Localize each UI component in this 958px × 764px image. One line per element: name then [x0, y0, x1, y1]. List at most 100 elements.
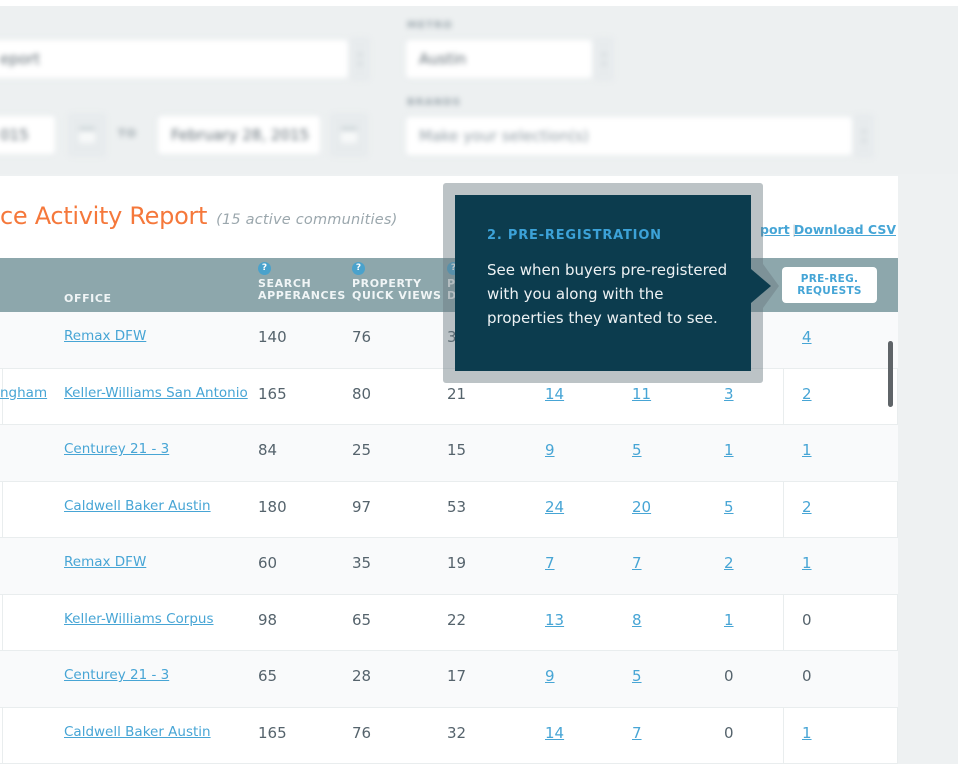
metric-2-link[interactable]: 7 — [632, 724, 642, 742]
tooltip-body: See when buyers pre-registered with you … — [487, 258, 727, 330]
download-csv-link[interactable]: Download CSV — [794, 222, 896, 237]
brands-multiselect[interactable]: Make your selection(s) — [406, 117, 852, 155]
metric-3-link[interactable]: 2 — [724, 554, 734, 572]
table-row: Keller-Williams Corpus 98 65 22 13 8 1 0 — [0, 595, 898, 652]
report-link-partial[interactable]: port — [760, 222, 790, 237]
metric-1-link[interactable]: 14 — [545, 724, 564, 742]
office-link[interactable]: Centurey 21 - 3 — [64, 441, 169, 457]
prereg-requests-link[interactable]: 1 — [802, 724, 812, 742]
metric-2-link[interactable]: 7 — [632, 554, 642, 572]
office-link[interactable]: Remax DFW — [64, 554, 146, 570]
office-link[interactable]: Caldwell Baker Austin — [64, 724, 211, 740]
property-detail-views-value: 17 — [447, 667, 466, 685]
property-quick-views-value: 25 — [352, 441, 371, 459]
metric-3-link: 0 — [724, 667, 734, 685]
filters-panel: eport ▴ ▾ METRO Austin ▴ ▾ 015 TO Februa… — [0, 6, 958, 174]
community-link[interactable]: ngham — [0, 385, 47, 401]
search-appearances-value: 165 — [258, 385, 287, 403]
chevron-down-icon: ▾ — [602, 61, 606, 68]
office-link[interactable]: Keller-Williams Corpus — [64, 611, 214, 627]
metro-select[interactable]: Austin — [406, 40, 592, 78]
date-from-calendar-button[interactable] — [68, 113, 106, 157]
property-detail-views-value: 15 — [447, 441, 466, 459]
prereg-requests-link[interactable]: 2 — [802, 498, 812, 516]
metro-stepper[interactable]: ▴ ▾ — [594, 37, 614, 81]
search-appearances-value: 60 — [258, 554, 277, 572]
search-appearances-value: 140 — [258, 328, 287, 346]
prereg-requests-header-button[interactable]: PRE-REG. REQUESTS — [782, 267, 877, 303]
property-quick-views-value: 76 — [352, 328, 371, 346]
search-appearances-value: 98 — [258, 611, 277, 629]
metric-3-link[interactable]: 5 — [724, 498, 734, 516]
property-quick-views-value: 76 — [352, 724, 371, 742]
office-link[interactable]: Keller-Williams San Antonio — [64, 385, 248, 401]
help-icon[interactable]: ? — [258, 262, 271, 275]
office-link[interactable]: Remax DFW — [64, 328, 146, 344]
prereg-header-line2: REQUESTS — [797, 285, 862, 297]
chevron-up-icon: ▴ — [358, 51, 362, 58]
metric-1-link[interactable]: 24 — [545, 498, 564, 516]
property-detail-views-value: 32 — [447, 724, 466, 742]
date-from-input[interactable]: 015 — [0, 116, 55, 154]
report-type-value: eport — [0, 40, 348, 78]
date-to-input[interactable]: February 28, 2015 — [158, 116, 320, 154]
tooltip-body-line: with you along with the — [487, 282, 727, 306]
date-to-calendar-button[interactable] — [330, 113, 368, 157]
property-detail-views-value: 21 — [447, 385, 466, 403]
property-detail-views-value: 53 — [447, 498, 466, 516]
metric-3-link[interactable]: 1 — [724, 441, 734, 459]
property-quick-views-value: 28 — [352, 667, 371, 685]
prereg-header-line1: PRE-REG. — [801, 273, 859, 285]
office-column-header: OFFICE — [64, 292, 112, 305]
vertical-scrollbar-thumb[interactable] — [888, 341, 893, 407]
prereg-requests-link: 0 — [802, 611, 812, 629]
metric-3-link: 0 — [724, 724, 734, 742]
brands-stepper[interactable]: ▴ ▾ — [854, 114, 874, 158]
metric-1-link[interactable]: 14 — [545, 385, 564, 403]
metric-1-link[interactable]: 9 — [545, 441, 555, 459]
prereg-requests-link[interactable]: 1 — [802, 441, 812, 459]
page-title: ce Activity Report — [0, 202, 207, 230]
report-type-stepper[interactable]: ▴ ▾ — [350, 37, 370, 81]
metric-1-link[interactable]: 13 — [545, 611, 564, 629]
tooltip-body-line: See when buyers pre-registered — [487, 258, 727, 282]
property-detail-views-value: 19 — [447, 554, 466, 572]
header-line: APPERANCES — [258, 290, 346, 302]
property-quick-views-value: 97 — [352, 498, 371, 516]
metro-label: METRO — [407, 20, 453, 31]
metric-1-link[interactable]: 9 — [545, 667, 555, 685]
metric-3-link[interactable]: 1 — [724, 611, 734, 629]
prereg-requests-link[interactable]: 1 — [802, 554, 812, 572]
prereg-requests-link[interactable]: 4 — [802, 328, 812, 346]
table-row: Centurey 21 - 3 65 28 17 9 5 0 0 — [0, 651, 898, 708]
tooltip-step-title: 2. PRE-REGISTRATION — [487, 228, 662, 243]
date-to-value: February 28, 2015 — [158, 116, 320, 154]
metric-2-link[interactable]: 20 — [632, 498, 651, 516]
property-quick-views-column-header: ? PROPERTY QUICK VIEWS — [352, 262, 442, 302]
metric-2-link[interactable]: 11 — [632, 385, 651, 403]
metric-1-link[interactable]: 7 — [545, 554, 555, 572]
table-row: Centurey 21 - 3 84 25 15 9 5 1 1 — [0, 425, 898, 482]
report-type-select[interactable]: eport — [0, 40, 348, 78]
property-quick-views-value: 35 — [352, 554, 371, 572]
office-link[interactable]: Caldwell Baker Austin — [64, 498, 211, 514]
search-appearances-value: 84 — [258, 441, 277, 459]
chevron-down-icon: ▾ — [862, 138, 866, 145]
search-appearances-value: 165 — [258, 724, 287, 742]
metric-2-link[interactable]: 8 — [632, 611, 642, 629]
chevron-up-icon: ▴ — [602, 51, 606, 58]
prereg-requests-link[interactable]: 2 — [802, 385, 812, 403]
header-line: QUICK VIEWS — [352, 290, 442, 302]
metric-3-link[interactable]: 3 — [724, 385, 734, 403]
property-quick-views-value: 65 — [352, 611, 371, 629]
tooltip-arrow-right-icon — [751, 269, 771, 303]
brands-placeholder: Make your selection(s) — [406, 117, 852, 155]
office-link[interactable]: Centurey 21 - 3 — [64, 667, 169, 683]
metric-2-link[interactable]: 5 — [632, 441, 642, 459]
calendar-icon — [79, 127, 95, 143]
metric-2-link[interactable]: 5 — [632, 667, 642, 685]
page-subtitle: (15 active communities) — [216, 212, 397, 228]
table-row: Caldwell Baker Austin 165 76 32 14 7 0 1 — [0, 708, 898, 764]
chevron-down-icon: ▾ — [358, 61, 362, 68]
help-icon[interactable]: ? — [352, 262, 365, 275]
